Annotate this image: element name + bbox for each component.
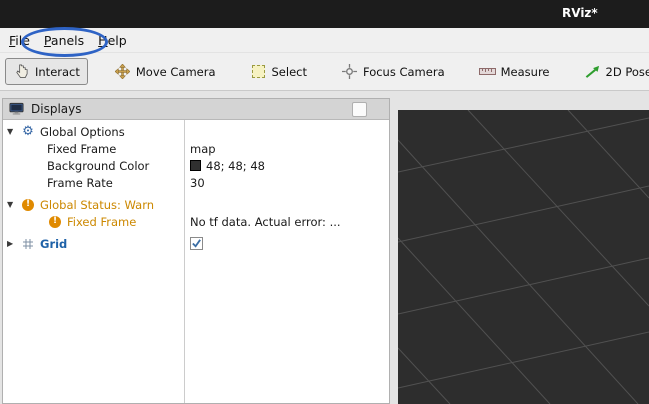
grid-icon [20, 238, 36, 250]
global-options-label: Global Options [40, 125, 125, 139]
status-message-text: No tf data. Actual error: ... [190, 215, 341, 229]
expander-right-icon[interactable]: ▶ [7, 239, 20, 248]
warning-icon: ! [47, 216, 63, 228]
status-fixed-frame-message: No tf data. Actual error: ... [184, 215, 341, 229]
menubar: File Panels Help [0, 28, 649, 53]
menu-file[interactable]: File [2, 31, 37, 50]
ruler-icon [479, 63, 496, 80]
select-tool-button[interactable]: Select [242, 58, 315, 85]
ground-grid-lines [398, 110, 649, 404]
pose-estimate-tool-button[interactable]: 2D Pose Esti [576, 58, 649, 85]
menu-panels[interactable]: Panels [37, 31, 91, 50]
column-separator[interactable] [184, 120, 185, 403]
tree-row-global-options[interactable]: ▼ ⚙ Global Options [3, 123, 389, 140]
tree-row-background-color[interactable]: Background Color 48; 48; 48 [3, 157, 389, 174]
color-swatch [190, 160, 201, 171]
rviz-window: RViz* File Panels Help Interact Move Cam… [0, 0, 649, 404]
main-area: Displays ▼ ⚙ Global Options Fixed Frame [0, 91, 649, 404]
background-color-value[interactable]: 48; 48; 48 [184, 159, 265, 173]
frame-rate-label: Frame Rate [47, 176, 113, 190]
displays-panel-title: Displays [31, 102, 81, 116]
status-fixed-frame-label: Fixed Frame [67, 215, 136, 229]
menu-help-label: elp [108, 33, 127, 48]
menu-panels-label: anels [51, 33, 84, 48]
hand-cursor-icon [13, 63, 30, 80]
expander-down-icon[interactable]: ▼ [7, 127, 20, 136]
3d-viewport[interactable] [398, 110, 649, 404]
move-camera-tool-button[interactable]: Move Camera [106, 58, 224, 85]
frame-rate-value-text: 30 [190, 176, 205, 190]
fixed-frame-value-text: map [190, 142, 216, 156]
toolbar: Interact Move Camera Select Focus Camera… [0, 53, 649, 91]
fixed-frame-value[interactable]: map [184, 142, 216, 156]
grid-enabled-checkbox[interactable] [190, 237, 203, 250]
panel-header-button[interactable] [352, 102, 367, 117]
monitor-icon [8, 101, 25, 118]
focus-camera-tool-button[interactable]: Focus Camera [333, 58, 453, 85]
interact-tool-button[interactable]: Interact [5, 58, 88, 85]
tree-row-fixed-frame[interactable]: Fixed Frame map [3, 140, 389, 157]
grid-display-label: Grid [40, 237, 67, 251]
window-title: RViz* [562, 6, 598, 20]
titlebar: RViz* [0, 0, 649, 28]
green-arrow-icon [584, 63, 601, 80]
pose-estimate-label: 2D Pose Esti [606, 65, 649, 79]
menu-help[interactable]: Help [91, 31, 134, 50]
interact-label: Interact [35, 65, 80, 79]
focus-camera-label: Focus Camera [363, 65, 445, 79]
tree-row-global-status[interactable]: ▼ ! Global Status: Warn [3, 196, 389, 213]
menu-file-label: ile [15, 33, 30, 48]
warning-icon: ! [20, 199, 36, 211]
expander-down-icon[interactable]: ▼ [7, 200, 20, 209]
move-camera-label: Move Camera [136, 65, 216, 79]
gear-icon: ⚙ [20, 124, 36, 139]
menu-panels-mnemonic: P [44, 33, 51, 48]
select-label: Select [272, 65, 307, 79]
move-arrows-icon [114, 63, 131, 80]
selection-box-icon [250, 63, 267, 80]
displays-tree: ▼ ⚙ Global Options Fixed Frame map [3, 120, 389, 403]
measure-tool-button[interactable]: Measure [471, 58, 558, 85]
global-status-label: Global Status: Warn [40, 198, 154, 212]
measure-label: Measure [501, 65, 550, 79]
fixed-frame-label: Fixed Frame [47, 142, 116, 156]
tree-row-grid[interactable]: ▶ Grid [3, 235, 389, 252]
tree-row-status-fixed-frame[interactable]: ! Fixed Frame No tf data. Actual error: … [3, 213, 389, 230]
displays-panel: Displays ▼ ⚙ Global Options Fixed Frame [2, 98, 390, 404]
background-color-label: Background Color [47, 159, 149, 173]
displays-panel-header[interactable]: Displays [3, 99, 389, 120]
frame-rate-value[interactable]: 30 [184, 176, 205, 190]
crosshair-icon [341, 63, 358, 80]
menu-help-mnemonic: H [98, 33, 107, 48]
tree-row-frame-rate[interactable]: Frame Rate 30 [3, 174, 389, 191]
background-color-value-text: 48; 48; 48 [206, 159, 265, 173]
